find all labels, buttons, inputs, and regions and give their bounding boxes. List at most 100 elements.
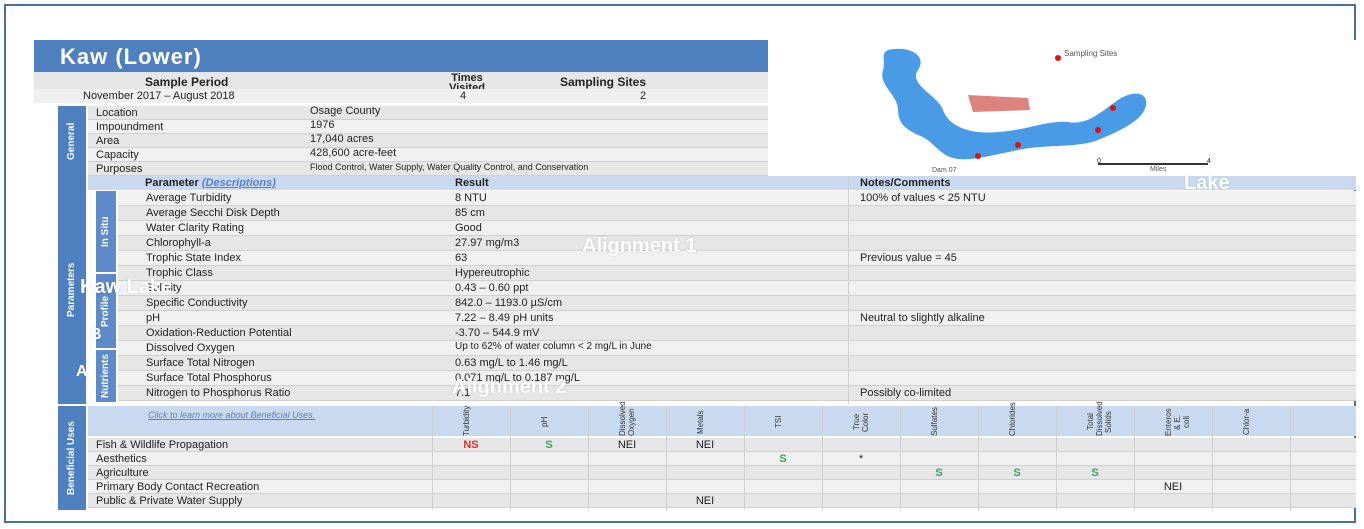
- parameter-row: [118, 311, 1356, 326]
- beneficial-column-divider: [978, 406, 979, 510]
- sampling-site-marker: [975, 153, 981, 159]
- summary-header-period: Sample Period: [145, 75, 229, 89]
- general-row-value: Osage County: [310, 105, 381, 117]
- parameter-name: Surface Total Nitrogen: [146, 357, 255, 369]
- beneficial-column-header: Metals: [696, 410, 705, 434]
- parameter-result: 63: [455, 252, 468, 264]
- map-scale-right: 4: [1207, 158, 1211, 165]
- beneficial-column-header: pH: [540, 416, 549, 428]
- descriptions-link[interactable]: (Descriptions): [202, 177, 276, 189]
- parameter-row: [118, 266, 1356, 281]
- nutrients-group-label: Nutrients: [96, 350, 116, 402]
- beneficial-column-header: Enteros & E. coli: [1164, 408, 1191, 436]
- beneficial-column-divider: [1134, 406, 1135, 510]
- beneficial-column-divider: [1056, 406, 1057, 510]
- general-row-label: Impoundment: [96, 121, 164, 133]
- parameter-name: Surface Total Phosphorus: [146, 372, 272, 384]
- beneficial-section-label: Beneficial Uses: [58, 406, 86, 510]
- beneficial-column-header: Dissolved Oxygen: [618, 401, 636, 436]
- beneficial-column-header: TSI: [774, 415, 783, 429]
- overlay-a: A: [76, 363, 88, 380]
- overlay-alignment-2: Alignment 2: [452, 376, 567, 398]
- beneficial-column-divider: [1212, 406, 1213, 510]
- parameter-row: [118, 236, 1356, 251]
- parameter-name: Trophic State Index: [146, 252, 241, 264]
- beneficial-column-header: Chlorides: [1008, 402, 1017, 436]
- result-header: Result: [455, 177, 489, 189]
- beneficial-status-cell: NEI: [695, 495, 715, 507]
- parameter-header-label: Parameter: [145, 177, 199, 189]
- general-row-label: Capacity: [96, 149, 139, 161]
- beneficial-use-name: Fish & Wildlife Propagation: [96, 439, 229, 451]
- parameter-note: Possibly co-limited: [860, 387, 952, 399]
- beneficial-use-name: Agriculture: [96, 467, 149, 479]
- overlay-lake: Lake: [1184, 172, 1230, 194]
- parameter-row: [118, 356, 1356, 371]
- parameter-result: 85 cm: [455, 207, 485, 219]
- beneficial-column-divider: [822, 406, 823, 510]
- map-scale-left: 0: [1097, 158, 1101, 165]
- general-row-label: Area: [96, 135, 120, 147]
- parameter-result: Up to 62% of water column < 2 mg/L in Ju…: [455, 341, 652, 352]
- summary-period-value: November 2017 – August 2018: [83, 90, 235, 102]
- parameter-result: 27.97 mg/m3: [455, 237, 520, 249]
- beneficial-status-cell: S: [779, 453, 787, 465]
- parameter-note: Neutral to slightly alkaline: [860, 312, 985, 324]
- parameter-name: Average Secchi Disk Depth: [146, 207, 280, 219]
- summary-header-sites: Sampling Sites: [560, 75, 647, 89]
- parameter-note: Previous value = 45: [860, 252, 957, 264]
- sampling-site-marker: [1110, 105, 1116, 111]
- sampling-site-marker: [1095, 127, 1101, 133]
- parameters-header-row: [88, 176, 1356, 190]
- general-row-value: 17,040 acres: [310, 133, 374, 145]
- parameter-name: pH: [146, 312, 161, 324]
- general-row-value: 1976: [310, 119, 335, 131]
- parameter-name: Chlorophyll-a: [146, 237, 211, 249]
- parameter-row: [118, 281, 1356, 296]
- beneficial-uses-link[interactable]: Click to learn more about Beneficial Use…: [148, 410, 388, 420]
- beneficial-column-header: Turbidity: [462, 405, 471, 436]
- parameter-result: 7.22 – 8.49 pH units: [455, 312, 554, 324]
- overlay-alignment-1: Alignment 1: [582, 235, 697, 257]
- beneficial-column-divider: [900, 406, 901, 510]
- parameters-column-divider: [848, 176, 849, 404]
- general-row-label: Purposes: [96, 163, 143, 175]
- beneficial-status-cell: NEI: [1163, 481, 1183, 493]
- parameter-row: [118, 371, 1356, 386]
- general-row-value: Flood Control, Water Supply, Water Quali…: [310, 162, 589, 172]
- parameter-result: Hypereutrophic: [455, 267, 530, 279]
- general-row-value: 428,600 acre-feet: [310, 147, 397, 159]
- beneficial-status-cell: S: [1013, 467, 1021, 479]
- beneficial-status-cell: S: [545, 439, 553, 451]
- parameter-row: [118, 251, 1356, 266]
- parameter-result: 0.63 mg/L to 1.46 mg/L: [455, 357, 568, 369]
- beneficial-column-header: Total Dissolved Solids: [1086, 401, 1113, 436]
- beneficial-column-divider: [510, 406, 511, 510]
- beneficial-row: [88, 466, 1356, 480]
- beneficial-column-divider: [666, 406, 667, 510]
- parameter-row: [118, 221, 1356, 236]
- parameter-result: 8 NTU: [455, 192, 487, 204]
- beneficial-column-divider: [744, 406, 745, 510]
- map-dam-label: Dam 07: [932, 167, 957, 174]
- inset-map-icon: [968, 95, 1030, 112]
- notes-header: Notes/Comments: [860, 177, 951, 189]
- sampling-site-marker: [1015, 142, 1021, 148]
- general-section-label: General: [58, 106, 86, 176]
- parameter-result: 0.43 – 0.60 ppt: [455, 282, 529, 294]
- parameter-row: [118, 326, 1356, 341]
- parameter-note: 100% of values < 25 NTU: [860, 192, 986, 204]
- overlay-kaw-lake: Kaw Lake: [80, 276, 173, 298]
- beneficial-column-divider: [432, 406, 433, 510]
- report-title: Kaw (Lower): [60, 44, 202, 69]
- beneficial-status-cell: NEI: [695, 439, 715, 451]
- lake-map: [768, 40, 1356, 176]
- lake-map-svg: [882, 48, 1208, 165]
- beneficial-use-name: Aesthetics: [96, 453, 147, 465]
- parameter-result: Good: [455, 222, 482, 234]
- beneficial-column-header: True Color: [852, 412, 870, 432]
- beneficial-use-name: Public & Private Water Supply: [96, 495, 243, 507]
- map-legend-label: Sampling Sites: [1064, 49, 1118, 58]
- beneficial-status-cell: NS: [463, 439, 479, 451]
- beneficial-row: [88, 452, 1356, 466]
